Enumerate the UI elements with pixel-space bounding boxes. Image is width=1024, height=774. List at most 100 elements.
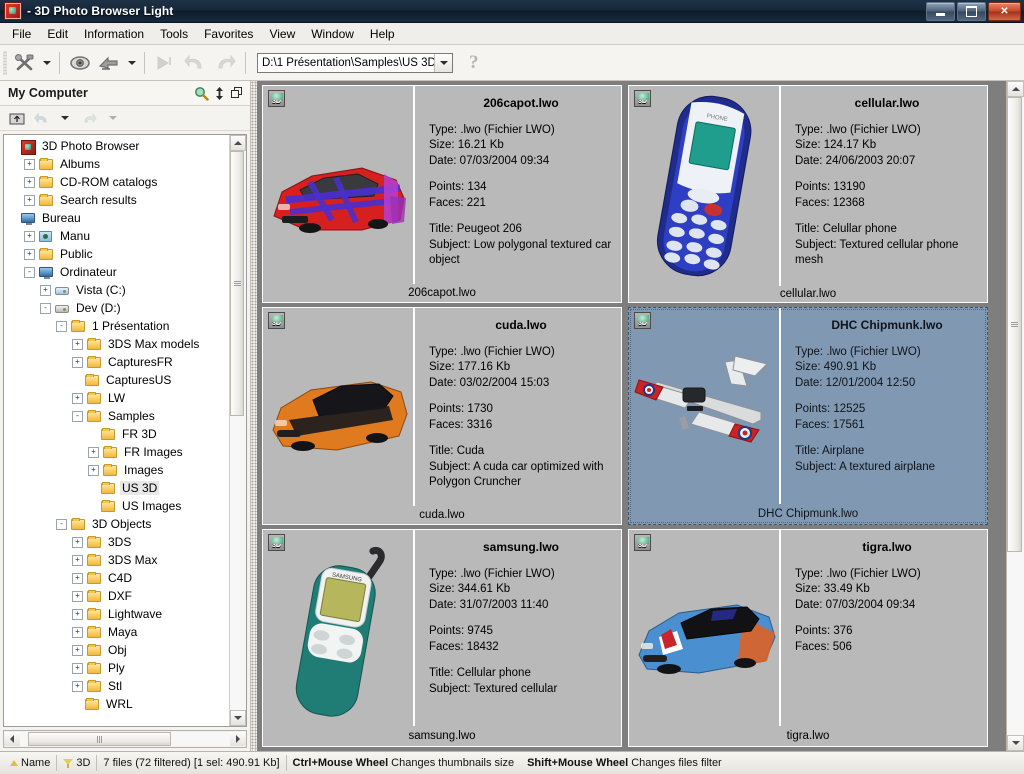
tree-item[interactable]: + Obj [6, 641, 229, 659]
menu-view[interactable]: View [261, 25, 303, 43]
back-dropdown-caret[interactable] [54, 108, 76, 128]
expand-plus-icon[interactable]: + [72, 680, 83, 692]
tree-item[interactable]: + Manu [6, 227, 229, 245]
resize-vertical-icon[interactable] [210, 84, 228, 102]
thumbnail-cell[interactable]: 3D DHC Chipmunk.lwo Type: .lwo (Fichier L… [628, 307, 988, 525]
content-scroll-track[interactable] [1007, 97, 1024, 735]
expand-plus-icon[interactable]: + [24, 194, 35, 206]
tree-item[interactable]: + Search results [6, 191, 229, 209]
tree-item[interactable]: +3DS Max [6, 551, 229, 569]
tree-item[interactable]: + Stl [6, 677, 229, 695]
tree-item[interactable]: CapturesUS [6, 371, 229, 389]
tree-item[interactable]: FR 3D [6, 425, 229, 443]
preview-eye-icon[interactable] [65, 49, 95, 77]
tools-dropdown-caret[interactable] [40, 49, 54, 77]
tree-scroll-right-button[interactable] [230, 732, 246, 746]
tree-item[interactable]: WRL [6, 695, 229, 713]
expand-plus-icon[interactable]: + [24, 158, 35, 170]
expand-plus-icon[interactable]: + [40, 284, 51, 296]
tree-item[interactable]: +3DS Max models [6, 335, 229, 353]
tree-scroll-up-button[interactable] [230, 135, 246, 151]
forward-dropdown-caret[interactable] [102, 108, 124, 128]
expand-plus-icon[interactable]: + [72, 554, 83, 566]
content-scroll-thumb[interactable] [1007, 97, 1022, 552]
thumbnail-cell[interactable]: 3D tigra.lwo Type: .lwo (Fichier LWO) Size… [628, 529, 988, 747]
tree-hscroll-track[interactable] [20, 732, 230, 746]
menu-edit[interactable]: Edit [39, 25, 76, 43]
undock-icon[interactable] [228, 84, 246, 102]
tree-item[interactable]: +3DS [6, 533, 229, 551]
expand-plus-icon[interactable]: + [24, 248, 35, 260]
tree-item[interactable]: + CD-ROM catalogs [6, 173, 229, 191]
collapse-minus-icon[interactable]: - [40, 302, 51, 314]
content-scroll-down-button[interactable] [1007, 735, 1024, 751]
up-folder-icon[interactable] [6, 108, 28, 128]
tree-item[interactable]: - Ordinateur [6, 263, 229, 281]
tree-item[interactable]: + LW [6, 389, 229, 407]
tree-item[interactable]: + Lightwave [6, 605, 229, 623]
tree-scroll-down-button[interactable] [230, 710, 246, 726]
tree-hscroll-thumb[interactable] [28, 732, 172, 746]
expand-plus-icon[interactable]: + [72, 626, 83, 638]
tree-item[interactable]: US Images [6, 497, 229, 515]
expand-plus-icon[interactable]: + [72, 608, 83, 620]
close-button[interactable]: ✕ [988, 2, 1021, 21]
collapse-minus-icon[interactable]: - [72, 410, 83, 422]
expand-plus-icon[interactable]: + [24, 230, 35, 242]
tree-item[interactable]: + Maya [6, 623, 229, 641]
expand-plus-icon[interactable]: + [72, 662, 83, 674]
expand-plus-icon[interactable]: + [88, 446, 99, 458]
tree-scroll-track[interactable] [230, 151, 246, 710]
tree-scroll-thumb[interactable] [230, 151, 244, 416]
tools-hammer-icon[interactable] [10, 49, 40, 77]
thumbnail-cell[interactable]: 3D PHONE cellular.lwo Type: .lwo (Fichier… [628, 85, 988, 303]
tree-item[interactable]: + Vista (C:) [6, 281, 229, 299]
menu-file[interactable]: File [4, 25, 39, 43]
path-combobox[interactable]: D:\1 Présentation\Samples\US 3D\ [257, 52, 453, 73]
tree-item[interactable]: + DXF [6, 587, 229, 605]
tree-item[interactable]: - Dev (D:) [6, 299, 229, 317]
tree-item[interactable]: + CapturesFR [6, 353, 229, 371]
tree-item[interactable]: + Images [6, 461, 229, 479]
thumbnail-cell[interactable]: 3D SAMSUNG samsung.lwo Type: .lwo (Fichie… [262, 529, 622, 747]
maximize-button[interactable] [957, 2, 986, 21]
tree-item[interactable]: + Ply [6, 659, 229, 677]
thumbnail-preview-image[interactable] [263, 308, 413, 506]
expand-plus-icon[interactable]: + [24, 176, 35, 188]
expand-plus-icon[interactable]: + [72, 536, 83, 548]
expand-plus-icon[interactable]: + [72, 644, 83, 656]
convert-icon[interactable] [95, 49, 125, 77]
collapse-minus-icon[interactable]: - [24, 266, 35, 278]
tree-item[interactable]: US 3D [6, 479, 229, 497]
tree-horizontal-scrollbar[interactable] [3, 730, 247, 748]
folder-tree[interactable]: 3D Photo Browser + Albums + CD-ROM catalogs +… [4, 135, 229, 726]
expand-plus-icon[interactable]: + [72, 338, 83, 350]
thumbnail-cell[interactable]: 3D cuda.lwo Type: .lwo (Fichier LWO) Size:… [262, 307, 622, 525]
tree-scroll-left-button[interactable] [4, 732, 20, 746]
menu-information[interactable]: Information [76, 25, 152, 43]
tree-item[interactable]: Bureau [6, 209, 229, 227]
thumbnail-preview-image[interactable]: SAMSUNG [263, 530, 413, 726]
tree-vertical-scrollbar[interactable] [229, 135, 246, 726]
collapse-minus-icon[interactable]: - [56, 320, 67, 332]
tree-item[interactable]: - 1 Présentation [6, 317, 229, 335]
thumbnail-grid[interactable]: 3D 206capot.lwo Type: .lwo (Fichier LWO) S… [257, 81, 1006, 751]
menu-help[interactable]: Help [362, 25, 403, 43]
help-button[interactable]: ? [469, 52, 479, 74]
thumbnail-cell[interactable]: 3D 206capot.lwo Type: .lwo (Fichier LWO) S… [262, 85, 622, 303]
minimize-button[interactable] [926, 2, 955, 21]
menu-favorites[interactable]: Favorites [196, 25, 261, 43]
tree-item[interactable]: + C4D [6, 569, 229, 587]
expand-plus-icon[interactable]: + [72, 392, 83, 404]
tree-item[interactable]: + FR Images [6, 443, 229, 461]
thumbnail-preview-image[interactable] [263, 86, 413, 284]
expand-plus-icon[interactable]: + [88, 464, 99, 476]
tree-item[interactable]: + Albums [6, 155, 229, 173]
thumbnail-preview-image[interactable] [629, 530, 779, 726]
tree-item[interactable]: - 3D Objects [6, 515, 229, 533]
path-dropdown-caret[interactable] [434, 53, 452, 72]
convert-dropdown-caret[interactable] [125, 49, 139, 77]
toolbar-grip[interactable] [3, 50, 7, 75]
tree-item[interactable]: + Public [6, 245, 229, 263]
thumbnail-preview-image[interactable]: PHONE [629, 86, 779, 286]
